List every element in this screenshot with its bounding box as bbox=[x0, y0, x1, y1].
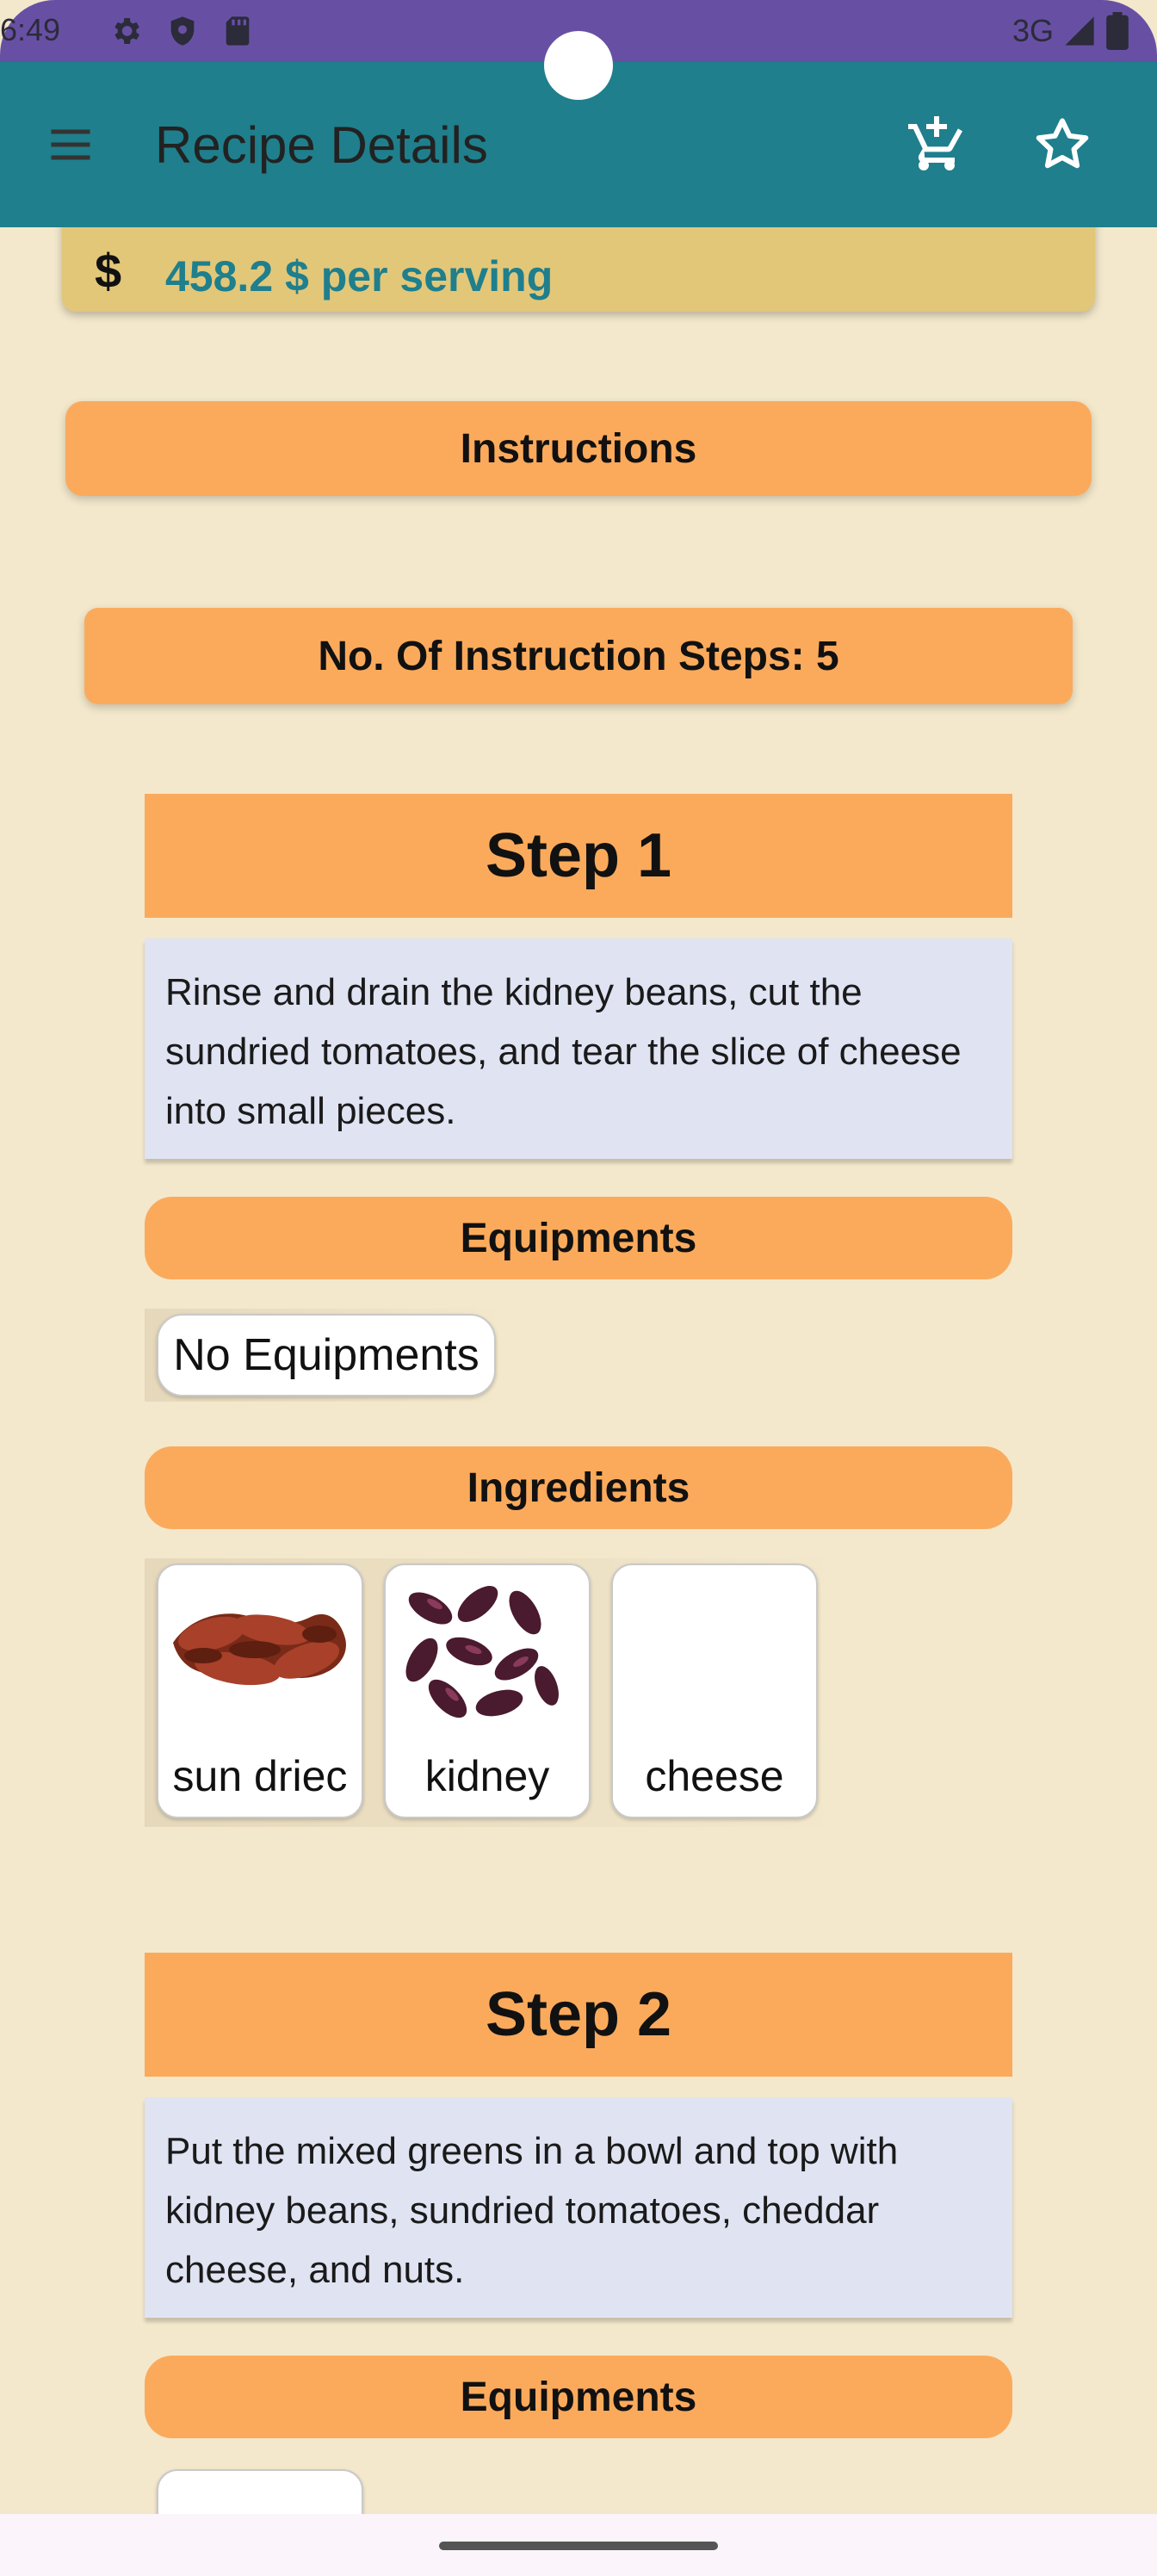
dollar-icon: $ bbox=[95, 244, 122, 298]
step-2-title: Step 2 bbox=[145, 1953, 1012, 2077]
star-outline-icon[interactable] bbox=[1031, 114, 1093, 176]
ingredient-name: cheese bbox=[645, 1752, 784, 1800]
settings-icon bbox=[114, 18, 139, 44]
price-per-serving: 458.2 $ per serving bbox=[165, 252, 554, 300]
step-2-equipments-label: Equipments bbox=[145, 2356, 1012, 2438]
no-equipments-label: No Equipments bbox=[173, 1330, 480, 1380]
ingredient-name: kidney bbox=[424, 1752, 550, 1800]
instructions-heading: Instructions bbox=[65, 401, 1092, 496]
no-equipments-chip[interactable]: No Equipments bbox=[157, 1314, 496, 1396]
steps-count-label: No. Of Instruction Steps: 5 bbox=[84, 608, 1073, 704]
kidney-beans-image bbox=[405, 1586, 559, 1718]
ingredient-name: sun driec bbox=[172, 1752, 348, 1800]
ingredient-card[interactable]: sun driec bbox=[157, 1564, 363, 1818]
price-card: $ 458.2 $ per serving bbox=[62, 227, 1095, 312]
network-type: 3G bbox=[1012, 13, 1054, 48]
camera-cutout bbox=[544, 31, 613, 100]
menu-icon[interactable] bbox=[45, 119, 96, 170]
step-2-text: Put the mixed greens in a bowl and top w… bbox=[145, 2097, 1012, 2318]
ingredient-card[interactable]: cheese bbox=[611, 1564, 818, 1818]
recipe-details-content[interactable]: $ 458.2 $ per serving Instructions No. O… bbox=[0, 227, 1157, 2514]
signal-icon bbox=[1065, 16, 1094, 46]
add-to-cart-icon[interactable] bbox=[906, 114, 968, 176]
step-1-ingredients-label: Ingredients bbox=[145, 1446, 1012, 1529]
step-1-equipments-label: Equipments bbox=[145, 1197, 1012, 1279]
step-1-title: Step 1 bbox=[145, 794, 1012, 918]
sun-dried-tomatoes-image bbox=[173, 1613, 346, 1686]
page-title: Recipe Details bbox=[155, 116, 488, 174]
ingredient-card[interactable]: kidney bbox=[384, 1564, 591, 1818]
navigation-bar bbox=[0, 2514, 1157, 2576]
step-1-equipments-list: No Equipments bbox=[145, 1309, 506, 1402]
step-1-text: Rinse and drain the kidney beans, cut th… bbox=[145, 938, 1012, 1159]
step-1-ingredients-list: sun driec kidney cheese bbox=[145, 1558, 851, 1827]
sd-card-icon bbox=[226, 16, 250, 46]
equipment-card[interactable] bbox=[157, 2469, 363, 2514]
battery-icon bbox=[1106, 12, 1129, 50]
home-gesture-handle[interactable] bbox=[439, 2542, 718, 2550]
shield-icon bbox=[170, 16, 195, 46]
status-time: 6:49 bbox=[0, 12, 61, 47]
